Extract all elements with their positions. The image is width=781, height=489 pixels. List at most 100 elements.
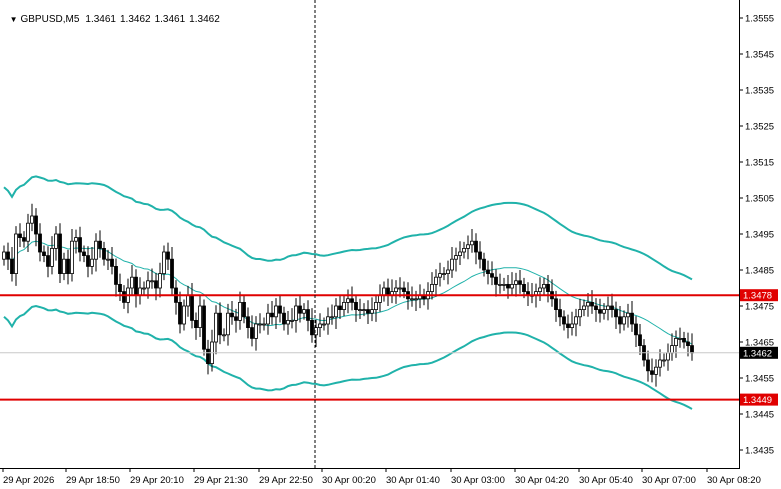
candle-body	[674, 337, 678, 346]
candle-body	[430, 283, 434, 292]
candle-body	[678, 337, 682, 340]
candle-body	[538, 287, 542, 292]
candle-body	[278, 305, 282, 314]
x-tick-label: 30 Apr 03:00	[451, 475, 505, 486]
candle-body	[190, 294, 194, 321]
candle-body	[186, 294, 190, 307]
y-tick-label: 1.3455	[745, 374, 774, 385]
candle-body	[574, 316, 578, 325]
x-tick-label: 30 Apr 04:20	[515, 475, 569, 486]
candle-body	[466, 244, 470, 249]
candle-body	[302, 309, 306, 314]
candle-body	[134, 276, 138, 296]
quote-high: 1.3462	[119, 14, 151, 25]
candle-body	[290, 319, 294, 322]
candle-body	[658, 359, 662, 368]
candle-body	[202, 305, 206, 350]
candle-body	[342, 301, 346, 310]
candle-body	[454, 255, 458, 260]
candle-body	[614, 309, 618, 318]
price-chart[interactable]: 1.3555 1.3545 1.3535 1.3525 1.3515 1.3505 1.34…	[0, 0, 781, 489]
candle-body	[214, 312, 218, 343]
candle-body	[362, 309, 366, 312]
x-tick-label: 30 Apr 01:40	[386, 475, 440, 486]
candle-body	[286, 319, 290, 325]
dropdown-triangle-icon[interactable]: ▼	[10, 15, 18, 24]
candle-body	[322, 323, 326, 326]
candle-body	[330, 316, 334, 319]
candle-body	[74, 237, 78, 242]
candle-body	[242, 301, 246, 318]
candle-body	[30, 215, 34, 224]
candle-body	[650, 370, 654, 375]
candle-body	[482, 258, 486, 271]
candle-body	[310, 319, 314, 336]
candle-body	[102, 247, 106, 260]
candle-body	[598, 309, 602, 314]
candle-body	[450, 258, 454, 271]
x-tick-label: 30 Apr 00:20	[322, 475, 376, 486]
candle-body	[170, 258, 174, 289]
candle-body	[274, 305, 278, 318]
candle-body	[366, 309, 370, 314]
candle-body	[70, 240, 74, 274]
candle-body	[118, 283, 122, 292]
chart-header: ▼ GBPUSD,M5 1.3461 1.3462 1.3461 1.3462	[4, 3, 224, 25]
candle-body	[682, 337, 686, 343]
candle-body	[14, 233, 18, 274]
candle-body	[622, 316, 626, 325]
candle-body	[318, 323, 322, 328]
candle-body	[222, 334, 226, 337]
candle-body	[690, 345, 694, 354]
candle-body	[334, 305, 338, 318]
candle-body	[106, 258, 110, 261]
x-axis: 29 Apr 2026 29 Apr 18:50 29 Apr 20:10 29 Ap…	[2, 468, 761, 486]
y-tick-label: 1.3485	[745, 266, 774, 277]
x-tick-label: 29 Apr 18:50	[66, 475, 120, 486]
candle-body	[510, 283, 514, 289]
candle-body	[346, 298, 350, 303]
candle-body	[670, 345, 674, 354]
candle-body	[494, 276, 498, 285]
candle-body	[62, 258, 66, 275]
candle-body	[442, 273, 446, 276]
candle-body	[66, 258, 70, 275]
candle-body	[2, 251, 6, 260]
y-tick-label: 1.3505	[745, 194, 774, 205]
candle-body	[98, 240, 102, 249]
x-tick-label: 30 Apr 05:40	[579, 475, 633, 486]
candle-body	[206, 348, 210, 365]
candle-body	[502, 283, 506, 286]
candle-body	[518, 280, 522, 285]
candle-body	[646, 359, 650, 372]
candle-body	[606, 305, 610, 310]
candle-body	[18, 233, 22, 238]
candle-body	[486, 269, 490, 274]
candle-body	[610, 305, 614, 310]
candle-body	[414, 298, 418, 301]
candle-body	[558, 309, 562, 318]
candle-body	[590, 301, 594, 307]
candle-body	[686, 341, 690, 346]
candle-body	[338, 305, 342, 310]
candle-body	[266, 312, 270, 325]
candle-body	[226, 312, 230, 336]
quote-low: 1.3461	[154, 14, 186, 25]
candle-body	[270, 312, 274, 318]
symbol-label: GBPUSD,M5	[20, 14, 80, 25]
candle-body	[294, 305, 298, 321]
candle-body	[358, 309, 362, 312]
plot-area	[0, 0, 739, 468]
candle-body	[254, 323, 258, 339]
candle-body	[382, 287, 386, 296]
candle-body	[562, 316, 566, 325]
candle-body	[150, 280, 154, 283]
level-price-label: 1.3478	[743, 291, 772, 302]
candle-body	[438, 273, 442, 278]
current-price-label: 1.3462	[743, 348, 772, 359]
candle-body	[638, 334, 642, 346]
candle-body	[198, 305, 202, 329]
candle-body	[114, 265, 118, 285]
y-axis: 1.3555 1.3545 1.3535 1.3525 1.3515 1.3505 1.34…	[739, 14, 774, 457]
candle-body	[166, 251, 170, 260]
